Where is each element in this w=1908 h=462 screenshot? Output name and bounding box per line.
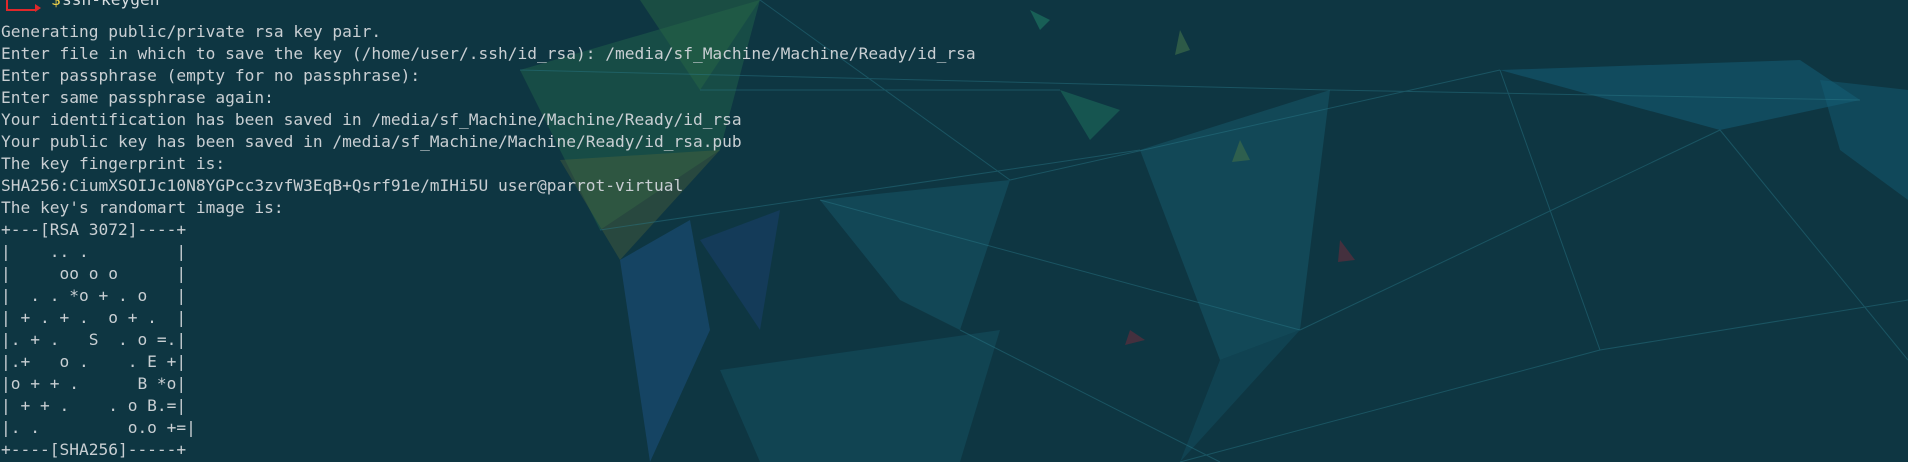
randomart-line: | oo o o | xyxy=(1,264,187,283)
randomart-line: | .. . | xyxy=(1,242,187,261)
randomart-line: | + + . . o B.=| xyxy=(1,396,187,415)
prompt-symbol: $ xyxy=(51,0,61,11)
randomart-line: |. . o.o +=| xyxy=(1,418,196,437)
output-line: Enter passphrase (empty for no passphras… xyxy=(1,66,421,85)
randomart-line: +---[RSA 3072]----+ xyxy=(1,220,187,239)
randomart-line: | . . *o + . o | xyxy=(1,286,187,305)
prompt-arrow-icon xyxy=(35,4,41,12)
prompt-corner-icon xyxy=(6,0,36,11)
terminal-output[interactable]: $ ssh-keygen Generating public/private r… xyxy=(0,0,1908,462)
command-prompt-line[interactable]: $ ssh-keygen xyxy=(0,0,159,22)
randomart-line: | + . + . o + . | xyxy=(1,308,187,327)
output-line: Enter file in which to save the key (/ho… xyxy=(1,44,976,63)
output-line: Enter same passphrase again: xyxy=(1,88,274,107)
randomart-line: |o + + . B *o| xyxy=(1,374,187,393)
output-line: Your public key has been saved in /media… xyxy=(1,132,742,151)
output-line: Your identification has been saved in /m… xyxy=(1,110,742,129)
output-line: The key's randomart image is: xyxy=(1,198,284,217)
randomart-line: |.+ o . . E +| xyxy=(1,352,187,371)
key-fingerprint: SHA256:CiumXSOIJc10N8YGPcc3zvfW3EqB+Qsrf… xyxy=(1,176,684,195)
entered-command: ssh-keygen xyxy=(62,0,159,11)
output-line: The key fingerprint is: xyxy=(1,154,226,173)
randomart-line: +----[SHA256]-----+ xyxy=(1,440,187,459)
output-line: Generating public/private rsa key pair. xyxy=(1,22,382,41)
randomart-line: |. + . S . o =.| xyxy=(1,330,187,349)
